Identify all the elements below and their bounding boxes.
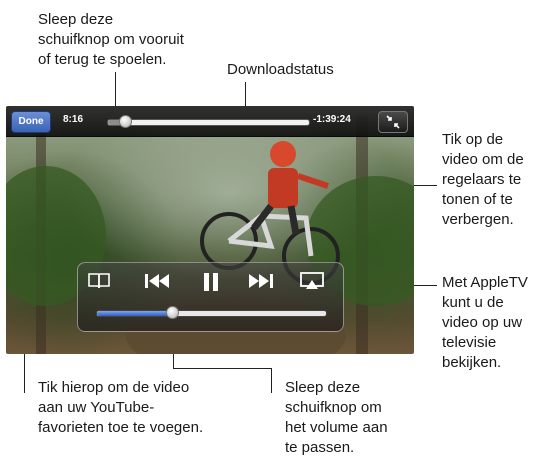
volume-leader-h (173, 368, 271, 369)
volume-level-fill (97, 311, 173, 316)
appletv-callout: Met AppleTV kunt u de video op uw televi… (442, 274, 528, 371)
top-control-bar: Done 8:16 -1:39:24 (6, 106, 414, 137)
pause-icon[interactable] (199, 271, 223, 298)
shrink-icon[interactable] (378, 111, 408, 133)
video-screen[interactable]: Done 8:16 -1:39:24 (6, 106, 414, 354)
elapsed-time: 8:16 (63, 114, 84, 125)
scrubber-knob[interactable] (119, 115, 133, 128)
next-track-icon[interactable] (244, 271, 278, 296)
favorites-callout: Tik hierop om de video aan uw YouTube- f… (38, 379, 204, 436)
volume-slider-knob[interactable] (165, 306, 179, 319)
volume-slider-track[interactable] (96, 310, 327, 317)
remaining-time: -1:39:24 (313, 114, 351, 125)
playback-controls-hud (77, 262, 344, 332)
book-icon[interactable] (84, 271, 114, 296)
scrubber-track[interactable] (107, 119, 310, 126)
scrub-callout: Sleep deze schuifknop om vooruit of teru… (38, 11, 184, 68)
volume-leader-v2 (271, 368, 272, 393)
previous-track-icon[interactable] (140, 271, 174, 296)
tap-video-callout: Tik op de video om de regelaars te tonen… (442, 131, 524, 228)
airplay-icon[interactable] (296, 271, 328, 296)
done-button[interactable]: Done (11, 111, 51, 133)
volume-callout: Sleep deze schuifknop om het volume aan … (285, 379, 388, 456)
download-status-callout: Downloadstatus (227, 61, 334, 78)
